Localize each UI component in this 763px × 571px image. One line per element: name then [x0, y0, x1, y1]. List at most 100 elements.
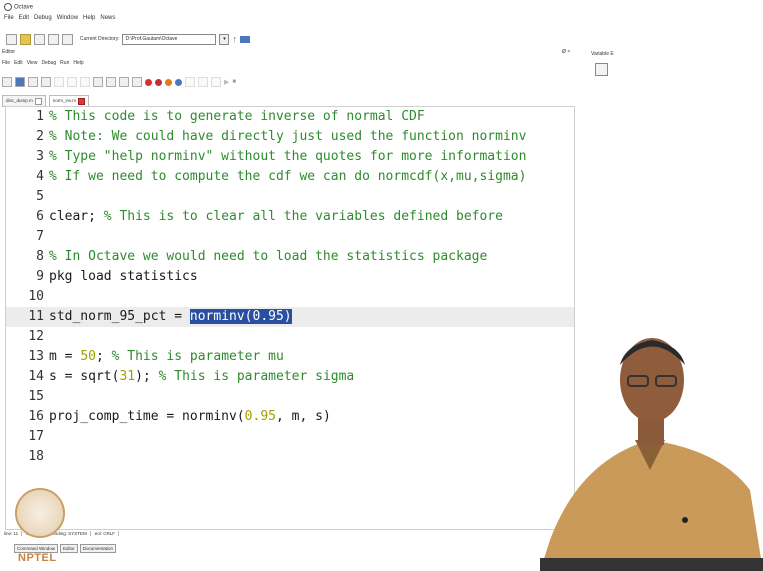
menu-edit[interactable]: Edit: [19, 15, 29, 25]
current-directory-field[interactable]: D:\Prof.Gautam\Octave: [122, 33, 217, 45]
line-number: 12: [28, 329, 44, 344]
window-title-text: Octave: [14, 4, 34, 11]
new-file-icon[interactable]: [6, 33, 17, 45]
redo-icon[interactable]: [67, 77, 77, 87]
code-line[interactable]: 10: [6, 287, 574, 307]
editor-menu-help[interactable]: Help: [73, 60, 83, 66]
menu-file[interactable]: File: [4, 15, 14, 25]
menu-window[interactable]: Window: [57, 15, 78, 25]
step-icon[interactable]: [185, 77, 195, 87]
save-as-icon[interactable]: [41, 77, 51, 87]
breakpoint-icon[interactable]: [145, 78, 152, 86]
tab-label: disc_dump.m: [6, 98, 33, 103]
run-icon[interactable]: ▶: [224, 78, 229, 86]
main-menubar: File Edit Debug Window Help News: [4, 15, 115, 25]
code-line[interactable]: 1 % This code is to generate inverse of n…: [6, 107, 574, 127]
code-line[interactable]: 4 % If we need to compute the cdf we can …: [6, 167, 574, 187]
cut-icon[interactable]: [93, 77, 103, 87]
editor-pane-controls[interactable]: Ø ×: [562, 49, 570, 55]
remove-breakpoints-icon[interactable]: [175, 78, 182, 86]
status-line: line: 11: [4, 531, 23, 536]
octave-logo-icon: [4, 3, 12, 11]
menu-help[interactable]: Help: [83, 15, 95, 25]
code-line[interactable]: 2 % Note: We could have directly just use…: [6, 127, 574, 147]
code-line[interactable]: 6 clear; % This is to clear all the varia…: [6, 207, 574, 227]
code-line[interactable]: 12: [6, 327, 574, 347]
code-line[interactable]: 7: [6, 227, 574, 247]
settings-icon[interactable]: [132, 77, 142, 87]
editor-menu-debug[interactable]: Debug: [41, 60, 56, 66]
code-line[interactable]: 16 proj_comp_time = norminv(0.95, m, s): [6, 407, 574, 427]
save-icon[interactable]: [28, 77, 38, 87]
code-text: % Type "help norminv" without the quotes…: [49, 149, 527, 164]
nptel-watermark-text: NPTEL: [18, 552, 57, 564]
editor-menu-edit[interactable]: Edit: [14, 60, 23, 66]
parent-directory-icon[interactable]: ↑: [232, 34, 237, 44]
code-text: % In Octave we would need to load the st…: [49, 249, 488, 264]
code-line[interactable]: 15: [6, 387, 574, 407]
close-icon[interactable]: [77, 97, 85, 105]
menu-debug[interactable]: Debug: [34, 15, 52, 25]
code-text: % Note: We could have directly just used…: [49, 129, 527, 144]
line-number: 1: [36, 109, 44, 124]
selected-text: norminv(0.95): [189, 309, 292, 324]
line-number: 10: [28, 289, 44, 304]
paste-icon[interactable]: [48, 33, 59, 45]
line-number: 16: [28, 409, 44, 424]
window-title: Octave: [4, 3, 33, 13]
new-script-icon[interactable]: [2, 77, 12, 87]
code-line[interactable]: 3 % Type "help norminv" without the quote…: [6, 147, 574, 167]
variable-editor-title: Variable E: [591, 51, 614, 57]
editor-menu-view[interactable]: View: [27, 60, 38, 66]
copy-icon[interactable]: [80, 77, 90, 87]
code-text: s = sqrt(31); % This is parameter sigma: [49, 369, 355, 384]
code-text: proj_comp_time = norminv(0.95, m, s): [49, 409, 331, 424]
previous-breakpoint-icon[interactable]: [165, 78, 172, 86]
code-line[interactable]: 8 % In Octave we would need to load the s…: [6, 247, 574, 267]
code-text: m = 50; % This is parameter mu: [49, 349, 284, 364]
code-line[interactable]: 18: [6, 447, 574, 467]
undo-icon[interactable]: [54, 77, 64, 87]
code-line[interactable]: 14 s = sqrt(31); % This is parameter sigm…: [6, 367, 574, 387]
line-number: 17: [28, 429, 44, 444]
step-in-icon[interactable]: [198, 77, 208, 87]
line-number: 18: [28, 449, 44, 464]
next-breakpoint-icon[interactable]: [155, 78, 162, 86]
paste-icon[interactable]: [106, 77, 116, 87]
code-line[interactable]: 9 pkg load statistics: [6, 267, 574, 287]
editor-menu-file[interactable]: File: [2, 60, 10, 66]
code-line[interactable]: 17: [6, 427, 574, 447]
stop-icon[interactable]: ■: [232, 79, 236, 85]
code-text: % This code is to generate inverse of no…: [49, 109, 425, 124]
find-icon[interactable]: [119, 77, 129, 87]
editor-pane-title: Editor: [2, 49, 16, 55]
menu-news[interactable]: News: [100, 15, 115, 25]
line-number: 4: [36, 169, 44, 184]
step-out-icon[interactable]: [211, 77, 221, 87]
copy-icon[interactable]: [34, 33, 45, 45]
open-folder-icon[interactable]: [20, 33, 31, 45]
main-toolbar: Current Directory: D:\Prof.Gautam\Octave…: [0, 31, 606, 47]
line-number: 7: [36, 229, 44, 244]
close-icon[interactable]: [34, 97, 42, 105]
nptel-logo: [15, 488, 65, 538]
open-file-icon[interactable]: [15, 77, 25, 87]
browse-folder-icon[interactable]: [239, 35, 250, 43]
line-number: 8: [36, 249, 44, 264]
line-number: 15: [28, 389, 44, 404]
editor-menu-run[interactable]: Run: [60, 60, 69, 66]
line-number: 6: [36, 209, 44, 224]
tab-documentation[interactable]: Documentation: [79, 544, 117, 553]
code-line[interactable]: 5: [6, 187, 574, 207]
code-text: std_norm_95_pct = norminv(0.95): [49, 309, 292, 324]
tab-editor[interactable]: Editor: [60, 544, 78, 553]
code-editor[interactable]: 1 % This code is to generate inverse of n…: [5, 106, 575, 530]
code-line[interactable]: 13 m = 50; % This is parameter mu: [6, 347, 574, 367]
directory-dropdown-icon[interactable]: ▾: [219, 33, 230, 45]
line-number: 14: [28, 369, 44, 384]
variable-editor-icon[interactable]: [595, 63, 608, 76]
line-number: 9: [36, 269, 44, 284]
undo-icon[interactable]: [62, 33, 73, 45]
editor-menubar: File Edit View Debug Run Help: [2, 60, 84, 66]
code-line[interactable]: 11 std_norm_95_pct = norminv(0.95): [6, 307, 574, 327]
